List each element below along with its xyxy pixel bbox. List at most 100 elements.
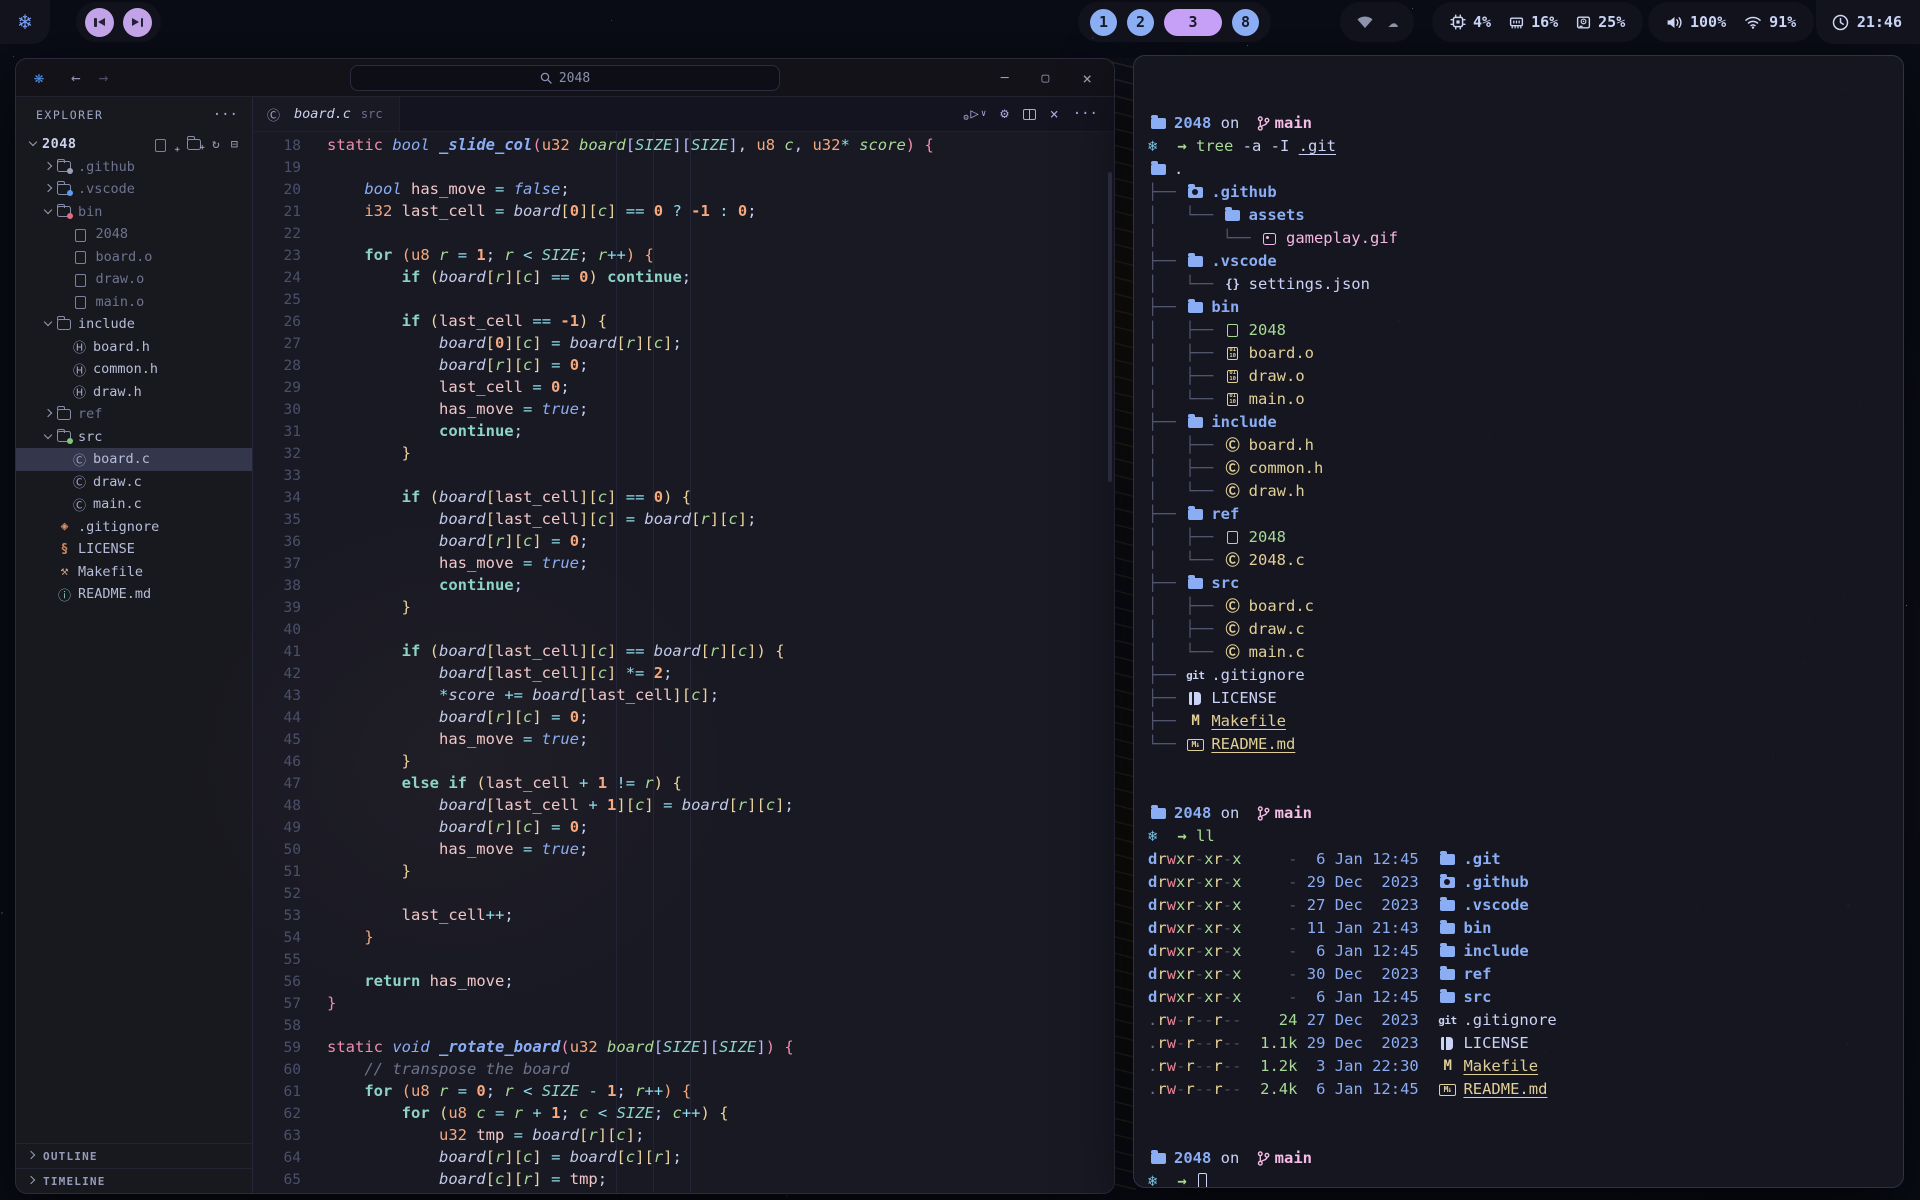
refresh-explorer-icon[interactable]: ↻: [212, 137, 220, 152]
ls-output-row: drwxr-xr-x - 27 Dec 2023 .vscode: [1148, 894, 1887, 917]
file-tree-item-2048[interactable]: 2048: [16, 223, 252, 246]
minimize-button[interactable]: ─: [1001, 71, 1009, 86]
line-number: 20: [253, 182, 301, 198]
run-dropdown-chevron-icon[interactable]: ∨: [981, 109, 986, 119]
file-icon: [75, 251, 86, 264]
explorer-more-icon[interactable]: ···: [213, 107, 238, 123]
ls-output-row: drwxr-xr-x - 6 Jan 12:45 src: [1148, 986, 1887, 1009]
tree-output-row: │ └── gameplay.gif: [1148, 227, 1887, 250]
file-tree-item-makefile[interactable]: ⚒Makefile: [16, 561, 252, 584]
folder-icon: [1148, 118, 1168, 130]
close-editor-icon[interactable]: ×: [1050, 105, 1059, 123]
file-tree-item-main-c[interactable]: Ⓒmain.c: [16, 493, 252, 516]
file-tree-item-readme-md[interactable]: ⓘREADME.md: [16, 583, 252, 606]
code-line-63: 63 u32 tmp = board[r][c];: [253, 1126, 1114, 1148]
wifi-stat[interactable]: 91%: [1744, 13, 1796, 31]
close-button[interactable]: ×: [1082, 69, 1092, 88]
code-line-45: 45 has_move = true;: [253, 730, 1114, 752]
maximize-button[interactable]: ▢: [1042, 71, 1050, 86]
workspace-3[interactable]: 3: [1164, 9, 1222, 36]
nav-forward-icon[interactable]: →: [99, 68, 109, 87]
new-folder-icon[interactable]: +: [187, 139, 201, 150]
workspace-1[interactable]: 1: [1090, 9, 1117, 36]
play-icon: ▷: [970, 106, 978, 122]
file-tree-item--vscode[interactable]: .vscode: [16, 178, 252, 201]
c-file-icon: Ⓒ: [1223, 439, 1243, 453]
launcher-module[interactable]: ❄: [0, 0, 50, 44]
file-tree-item-draw-h[interactable]: Ⓗdraw.h: [16, 381, 252, 404]
file-label: Makefile: [78, 564, 143, 580]
new-file-icon[interactable]: +: [152, 137, 176, 152]
line-number: 40: [253, 622, 301, 638]
more-actions-icon[interactable]: ···: [1073, 106, 1098, 122]
nav-back-icon[interactable]: ←: [71, 68, 81, 87]
tab-board-c[interactable]: Ⓒ board.c src: [253, 97, 400, 131]
git-file-icon: git: [1437, 1009, 1457, 1032]
folder-icon: [1148, 1153, 1168, 1165]
chevron-right-icon: [41, 183, 57, 195]
line-number: 27: [253, 336, 301, 352]
folder-icon: [1437, 992, 1457, 1004]
line-number: 47: [253, 776, 301, 792]
ls-output-row: drwxr-xr-x - 6 Jan 12:45 .git: [1148, 848, 1887, 871]
editor-settings-icon[interactable]: ⚙: [1000, 106, 1008, 122]
timeline-panel-header[interactable]: TIMELINE: [16, 1168, 252, 1193]
terminal-window[interactable]: 2048 on main❄ → tree -a -I .git.├── .git…: [1133, 55, 1904, 1188]
workspace-8[interactable]: 8: [1232, 9, 1259, 36]
file-tree-item-main-o[interactable]: main.o: [16, 291, 252, 314]
collapse-folders-icon[interactable]: ⊟: [231, 137, 238, 151]
file-icon: [1223, 531, 1243, 544]
file-tree-item--github[interactable]: .github: [16, 156, 252, 179]
file-tree-item-board-h[interactable]: Ⓗboard.h: [16, 336, 252, 359]
file-tree-item-draw-c[interactable]: Ⓒdraw.c: [16, 471, 252, 494]
run-file-button[interactable]: ⚙ ▷ ∨: [970, 106, 986, 122]
code-line-54: 54 }: [253, 928, 1114, 950]
license-book-icon: [1185, 692, 1205, 705]
workspace-2[interactable]: 2: [1127, 9, 1154, 36]
file-tree-item-include[interactable]: include: [16, 313, 252, 336]
file-tree-item-license[interactable]: §LICENSE: [16, 538, 252, 561]
command-center-search[interactable]: 2048: [350, 65, 780, 91]
file-tree-item-ref[interactable]: ref: [16, 403, 252, 426]
file-label: ref: [78, 406, 102, 422]
file-tree-item-draw-o[interactable]: draw.o: [16, 268, 252, 291]
line-number: 54: [253, 930, 301, 946]
outline-label: OUTLINE: [43, 1150, 98, 1163]
disk-stat: 25%: [1576, 13, 1625, 31]
media-previous-button[interactable]: [85, 8, 114, 37]
file-tree-item-common-h[interactable]: Ⓗcommon.h: [16, 358, 252, 381]
file-label: src: [78, 429, 102, 445]
code-line-58: 58: [253, 1016, 1114, 1038]
code-line-25: 25: [253, 290, 1114, 312]
file-tree-item-2048[interactable]: 2048++↻⊟: [16, 133, 252, 156]
nixos-logo-icon: ❄: [18, 10, 31, 35]
file-tree-item-board-o[interactable]: board.o: [16, 246, 252, 269]
vscode-app-icon: ❋: [16, 68, 62, 88]
folder-icon: [1185, 302, 1205, 314]
volume-stat[interactable]: 100%: [1666, 13, 1726, 31]
disk-icon: [1576, 15, 1591, 30]
line-number: 33: [253, 468, 301, 484]
tab-filename: board.c: [294, 106, 351, 122]
file-label: draw.h: [93, 384, 142, 400]
media-next-button[interactable]: [123, 8, 152, 37]
code-area[interactable]: 18static bool _slide_col(u32 board[SIZE]…: [253, 132, 1114, 1193]
outline-panel-header[interactable]: OUTLINE: [16, 1143, 252, 1168]
file-tree-item-src[interactable]: src: [16, 426, 252, 449]
code-line-19: 19: [253, 158, 1114, 180]
vscode-titlebar[interactable]: ❋ ← → 2048 ─ ▢ ×: [16, 59, 1114, 97]
tree-output-row: │ ├── 2048: [1148, 526, 1887, 549]
prompt-line: ❄ → tree -a -I .git: [1148, 135, 1887, 158]
file-tree-item-bin[interactable]: bin: [16, 201, 252, 224]
code-line-23: 23 for (u8 r = 1; r < SIZE; r++) {: [253, 246, 1114, 268]
file-tree-item-board-c[interactable]: Ⓒboard.c: [16, 448, 252, 471]
code-line-33: 33: [253, 466, 1114, 488]
line-number: 42: [253, 666, 301, 682]
gitignore-icon: ◈: [57, 519, 72, 534]
folder-icon: [1148, 164, 1168, 176]
code-line-56: 56 return has_move;: [253, 972, 1114, 994]
split-editor-icon[interactable]: [1023, 109, 1036, 120]
tree-output-row: ├── include: [1148, 411, 1887, 434]
file-tree-item--gitignore[interactable]: ◈.gitignore: [16, 516, 252, 539]
chevron-right-icon: [41, 588, 57, 600]
